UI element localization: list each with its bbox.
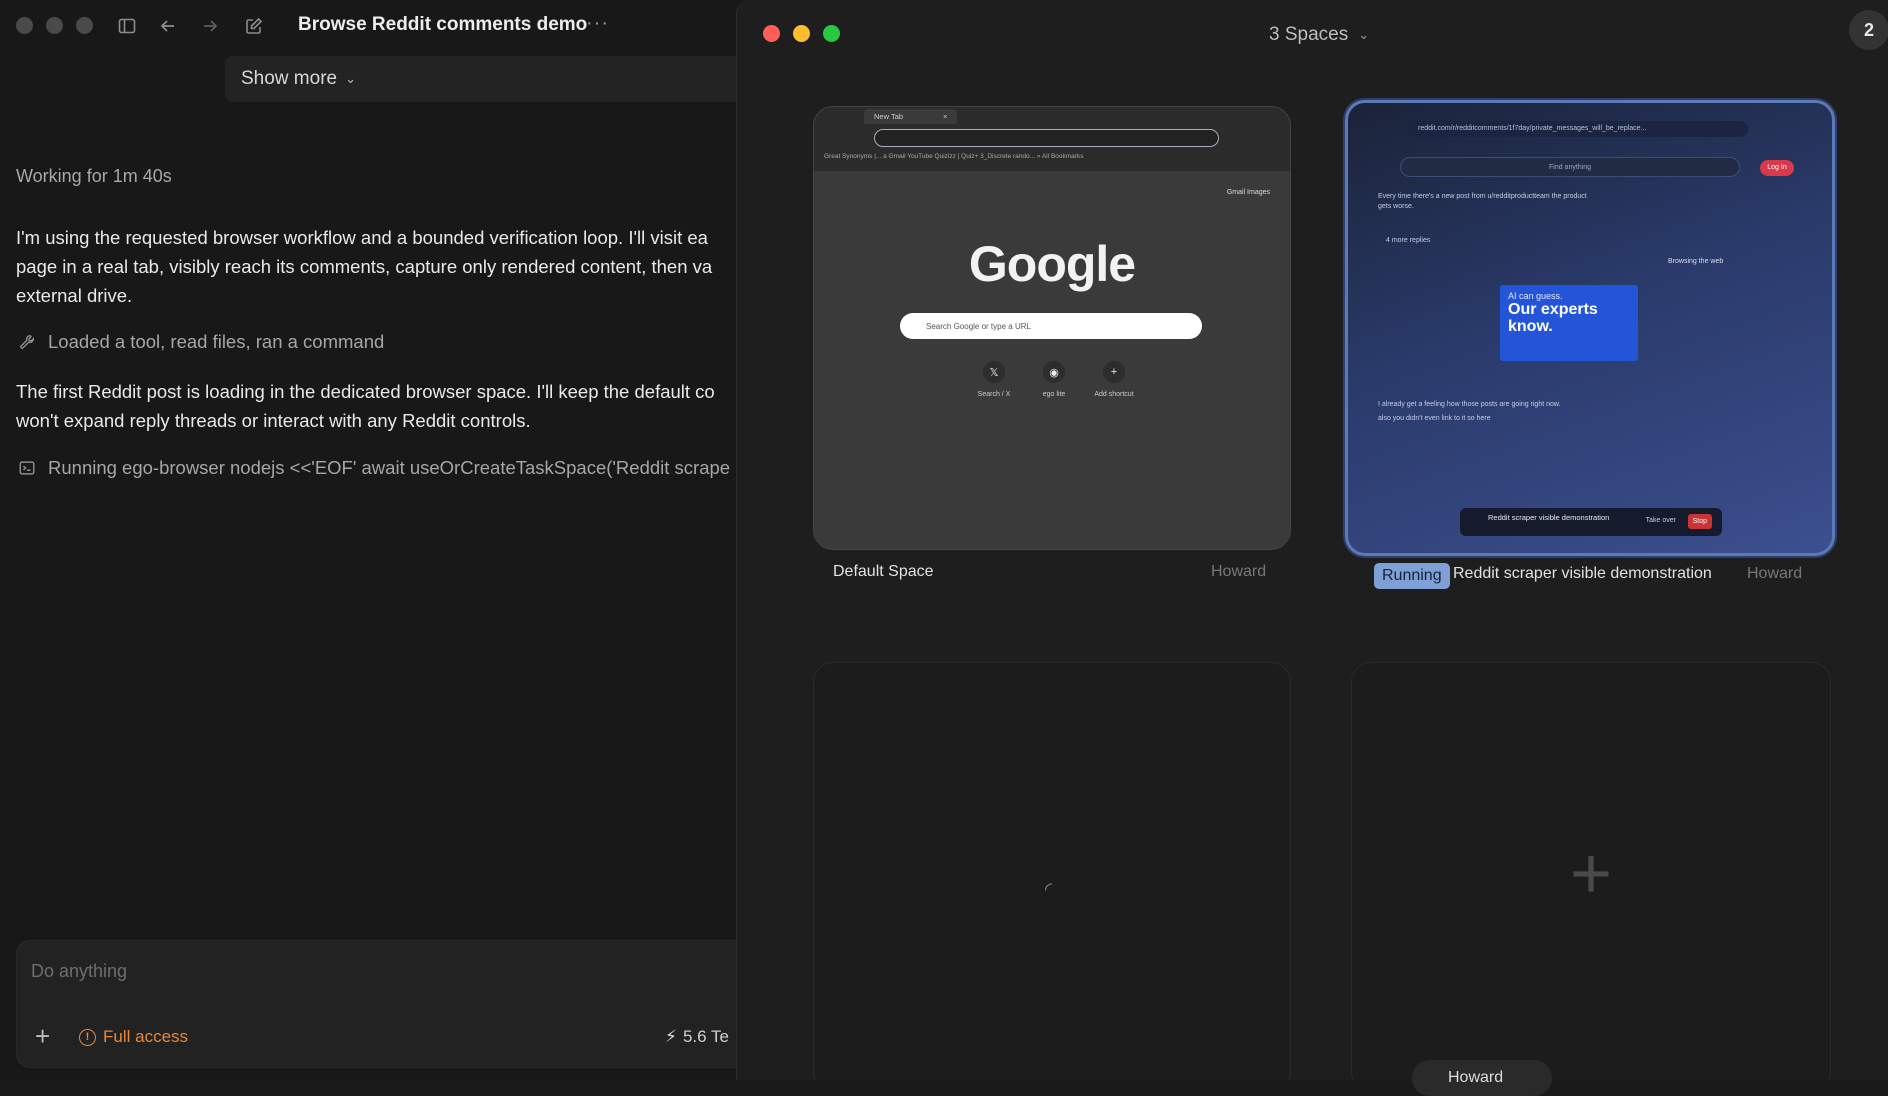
message-line: page in a real tab, visibly reach its co… (16, 256, 713, 277)
new-chat-edit-icon[interactable] (242, 14, 266, 38)
close-window-button[interactable] (763, 25, 780, 42)
show-more-label: Show more (241, 68, 338, 89)
shortcut-label: ego lite (1042, 391, 1066, 398)
space-name-reddit: Reddit scraper visible demonstration (1453, 565, 1712, 582)
space-name-default: Default Space (833, 563, 934, 580)
working-status: Working for 1m 40s (16, 166, 172, 186)
plus-icon: + (1103, 361, 1125, 383)
comment-text: I already get a feeling how those posts … (1378, 401, 1561, 408)
reddit-ad: AI can guess. Our experts know. (1500, 285, 1638, 361)
ego-lite-icon: ◉ (1043, 361, 1065, 383)
address-bar (874, 129, 1219, 147)
take-over-button: Take over (1645, 517, 1676, 524)
message-line: The first Reddit post is loading in the … (16, 381, 715, 402)
add-attachment-button[interactable]: + (35, 1023, 50, 1049)
google-top-links: Gmail Images (1226, 189, 1270, 196)
access-mode-button[interactable]: ! Full access (79, 1027, 188, 1047)
ad-headline: Our experts know. (1508, 301, 1598, 335)
message-line: won't expand reply threads or interact w… (16, 410, 531, 431)
add-space-card[interactable]: + (1351, 662, 1831, 1080)
spaces-switcher[interactable]: 3 Spaces ⌄ (1269, 24, 1369, 46)
show-more-button[interactable]: Show more ⌄ (225, 56, 745, 102)
stop-button: Stop (1687, 514, 1712, 529)
space-card-default[interactable]: New Tab × Great Synonyms |... a Gmail You… (813, 106, 1291, 550)
minimize-window-button[interactable] (46, 17, 63, 34)
wrench-icon (16, 331, 38, 353)
lightning-icon: ⚡ (665, 1027, 677, 1046)
running-command[interactable]: Running ego-browser nodejs <<'EOF' await… (16, 457, 730, 479)
user-profile-button[interactable]: Howard (1412, 1060, 1552, 1096)
status-tooltip: Browsing the web (1668, 258, 1724, 265)
tool-activity-label: Loaded a tool, read files, ran a command (48, 331, 385, 352)
titlebar: Browse Reddit comments demo ··· (0, 0, 760, 52)
tool-activity-summary[interactable]: Loaded a tool, read files, ran a command (16, 331, 384, 353)
space-owner-default: Howard (1211, 563, 1267, 580)
search-placeholder: Search Google or type a URL (926, 321, 1031, 331)
loading-spinner-icon: ◜ (1045, 879, 1052, 899)
user-name: Howard (1448, 1069, 1504, 1086)
minimize-window-button[interactable] (793, 25, 810, 42)
chat-pane: Browse Reddit comments demo ··· Show mor… (0, 0, 776, 1080)
shortcut-x: 𝕏 Search / X (964, 361, 1024, 398)
shortcut-add: + Add shortcut (1084, 361, 1144, 398)
space-card-reddit-scraper[interactable]: reddit.com/r/redditcomments/1f7day/priva… (1345, 100, 1835, 556)
more-replies-link: 4 more replies (1386, 237, 1431, 244)
sidebar-toggle-icon[interactable] (115, 14, 139, 38)
google-logo: Google (968, 236, 1136, 292)
spaces-title: 3 Spaces (1269, 24, 1349, 45)
notification-badge[interactable]: 2 (1849, 10, 1888, 50)
reddit-login-button: Log In (1760, 160, 1794, 176)
shortcut-label: Search / X (977, 391, 1011, 398)
plus-icon: + (1569, 834, 1613, 914)
prompt-input[interactable]: Do anything (31, 961, 127, 982)
close-window-button[interactable] (16, 17, 33, 34)
terminal-icon (16, 457, 38, 479)
tab-label: New Tab (874, 111, 904, 121)
usage-indicator[interactable]: ⚡ 5.6 Te (665, 1027, 729, 1047)
spaces-overview: 3 Spaces ⌄ 2 New Tab × Great Synonyms |..… (736, 0, 1888, 1080)
zoom-window-button[interactable] (76, 17, 93, 34)
browser-chrome-thumbnail: New Tab × Great Synonyms |... a Gmail You… (814, 107, 1290, 171)
window-title: Browse Reddit comments demo (298, 14, 588, 35)
status-badge: Running (1374, 563, 1450, 589)
message-line: I'm using the requested browser workflow… (16, 227, 708, 248)
warning-icon: ! (79, 1028, 96, 1046)
forward-arrow-icon[interactable] (198, 14, 222, 38)
chevron-down-icon: ⌄ (345, 71, 357, 86)
running-command-label: Running ego-browser nodejs <<'EOF' await… (48, 457, 731, 478)
comment-text: Every time there's a new post from u/red… (1378, 193, 1587, 200)
google-search-box: Search Google or type a URL (900, 313, 1202, 339)
zoom-window-button[interactable] (823, 25, 840, 42)
back-arrow-icon[interactable] (156, 14, 180, 38)
usage-label: 5.6 Te (682, 1027, 729, 1046)
composer: Do anything + ! Full access ⚡ 5.6 Te (16, 940, 776, 1068)
address-bar: reddit.com/r/redditcomments/1f7day/priva… (1408, 121, 1748, 137)
space-owner-reddit: Howard (1747, 565, 1803, 582)
assistant-message-1: I'm using the requested browser workflow… (16, 223, 776, 310)
message-line: external drive. (16, 285, 133, 306)
shortcut-ego-lite: ◉ ego lite (1024, 361, 1084, 398)
tab-bar: New Tab × (814, 107, 1290, 125)
comment-text: gets worse. (1378, 203, 1414, 210)
reddit-search-box: Find anything (1400, 157, 1740, 177)
comment-text: also you didn't even link to it so here (1378, 415, 1491, 422)
space-card-loading[interactable]: ◜ (813, 662, 1291, 1080)
assistant-message-2: The first Reddit post is loading in the … (16, 377, 776, 435)
chevron-down-icon: ⌄ (1358, 27, 1370, 42)
x-logo-icon: 𝕏 (983, 361, 1005, 383)
close-icon: × (943, 111, 948, 121)
agent-control-bar: Reddit scraper visible demonstration Tak… (1460, 508, 1722, 536)
agent-task-title: Reddit scraper visible demonstration (1488, 513, 1610, 522)
shortcut-label: Add shortcut (1094, 391, 1134, 398)
access-mode-label: Full access (103, 1027, 189, 1046)
more-options-button[interactable]: ··· (586, 12, 609, 35)
ad-tagline: AI can guess. (1508, 291, 1563, 301)
browser-tab: New Tab × (864, 108, 958, 124)
bookmarks-bar: Great Synonyms |... a Gmail YouTube Quiz… (824, 153, 1084, 160)
